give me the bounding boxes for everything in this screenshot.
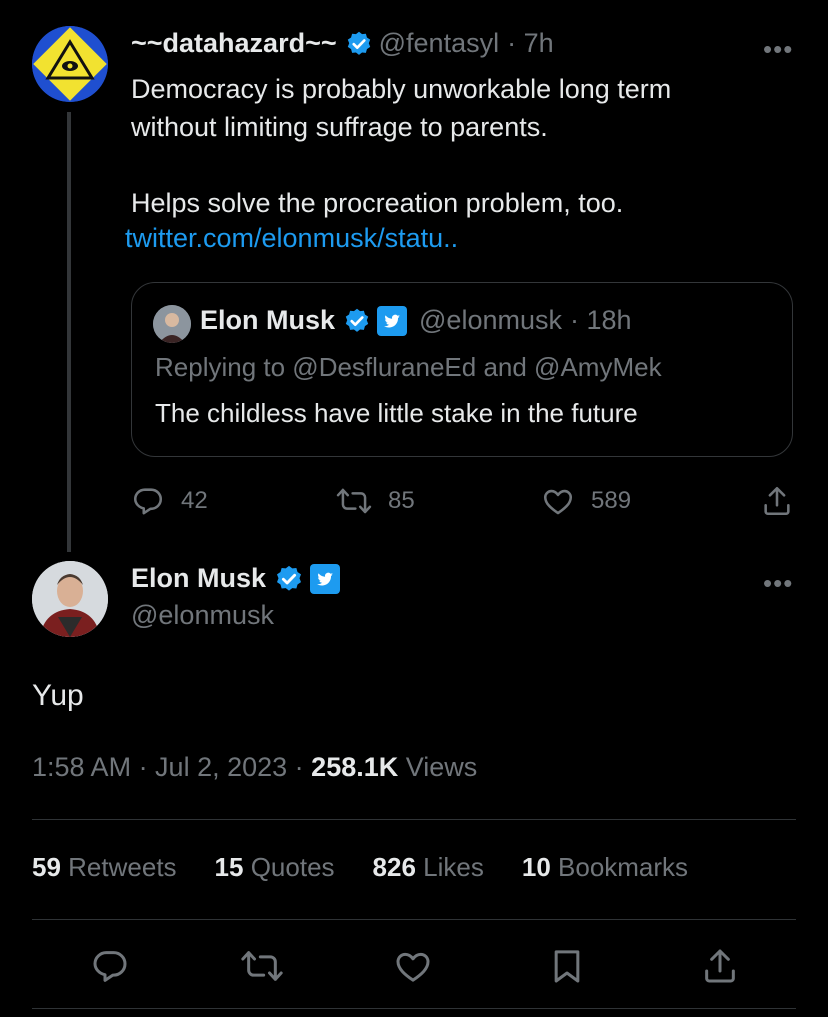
tweet-text: Yup — [32, 679, 84, 712]
reply-button[interactable]: 42 — [131, 484, 208, 518]
likes-stat[interactable]: 826 Likes — [373, 852, 484, 883]
quoted-tweet-text: The childless have little stake in the f… — [155, 398, 638, 428]
tweet-meta: 1:58 AM · Jul 2, 2023 · 258.1K Views — [32, 752, 477, 783]
retweet-button[interactable] — [240, 946, 284, 986]
like-button[interactable] — [393, 946, 433, 986]
reply-icon — [93, 951, 127, 982]
retweets-count: 59 — [32, 852, 61, 882]
bookmark-icon — [554, 950, 580, 983]
retweet-button[interactable]: 85 — [336, 484, 415, 518]
avatar[interactable] — [32, 26, 108, 102]
parent-tweet-header: ~~datahazard~~ @fentasyl · 7h — [131, 28, 554, 59]
thread-line — [67, 112, 71, 552]
tweet-link[interactable]: twitter.com/elonmusk/statu.. — [125, 223, 458, 254]
verified-badge-icon — [274, 564, 304, 594]
likes-count: 826 — [372, 852, 416, 882]
timestamp[interactable]: · 7h — [507, 28, 554, 59]
timestamp[interactable]: · 18h — [570, 305, 632, 336]
tweet-author: Elon Musk — [131, 563, 341, 594]
twitter-bird-icon — [377, 305, 408, 336]
retweet-count: 85 — [388, 487, 415, 514]
bookmarks-label: Bookmarks — [558, 852, 689, 882]
handle[interactable]: @fentasyl — [379, 28, 499, 59]
quoted-tweet-header: Elon Musk @elonmusk · 18h — [200, 305, 632, 336]
more-icon[interactable]: ••• — [763, 34, 793, 65]
display-name[interactable]: Elon Musk — [131, 563, 266, 594]
tweet-text-line: Helps solve the procreation problem, too… — [131, 188, 624, 218]
retweet-icon — [241, 951, 283, 981]
views-count: 258.1K — [311, 752, 399, 782]
likes-label: Likes — [423, 852, 484, 882]
bookmark-button[interactable] — [547, 946, 587, 986]
twitter-bird-icon — [310, 563, 341, 594]
timestamp[interactable]: 1:58 AM · Jul 2, 2023 · — [32, 752, 304, 782]
reply-icon — [133, 488, 163, 515]
retweet-icon — [336, 488, 372, 514]
bookmarks-stat[interactable]: 10 Bookmarks — [522, 852, 688, 883]
share-icon — [705, 949, 735, 983]
retweets-stat[interactable]: 59 Retweets — [32, 852, 177, 883]
tweet-text-line: Democracy is probably unworkable long te… — [131, 74, 672, 104]
divider — [32, 819, 796, 820]
display-name[interactable]: Elon Musk — [200, 305, 335, 336]
display-name[interactable]: ~~datahazard~~ — [131, 28, 337, 59]
verified-badge-icon — [345, 30, 373, 58]
quotes-stat[interactable]: 15 Quotes — [215, 852, 335, 883]
like-icon — [396, 952, 430, 982]
divider — [32, 1008, 796, 1009]
like-button[interactable]: 589 — [541, 484, 631, 518]
share-icon — [764, 486, 790, 516]
verified-badge-icon — [343, 307, 371, 335]
divider — [32, 919, 796, 920]
more-icon[interactable]: ••• — [763, 568, 793, 599]
quotes-label: Quotes — [250, 852, 335, 882]
like-icon — [543, 489, 573, 515]
tweet-text: Democracy is probably unworkable long te… — [131, 70, 751, 222]
reply-button[interactable] — [90, 946, 130, 986]
views-label: Views — [405, 752, 478, 782]
reply-count: 42 — [181, 487, 208, 514]
bookmarks-count: 10 — [521, 852, 551, 882]
share-button[interactable] — [700, 946, 740, 986]
handle[interactable]: @elonmusk — [419, 305, 562, 336]
quotes-count: 15 — [214, 852, 244, 882]
replying-to[interactable]: Replying to @DesfluraneEd and @AmyMek — [155, 352, 662, 383]
handle[interactable]: @elonmusk — [131, 600, 274, 631]
retweets-label: Retweets — [68, 852, 177, 882]
like-count: 589 — [591, 487, 632, 514]
share-button[interactable] — [760, 484, 794, 518]
avatar[interactable] — [153, 305, 191, 343]
tweet-text-line: without limiting suffrage to parents. — [131, 112, 548, 142]
avatar[interactable] — [32, 561, 108, 637]
tweet-stats: 59 Retweets 15 Quotes 826 Likes 10 Bookm… — [32, 852, 726, 883]
